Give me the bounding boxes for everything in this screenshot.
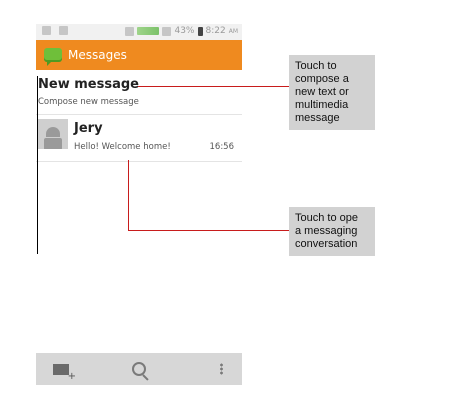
search-icon	[132, 362, 146, 376]
status-ampm: AM	[228, 27, 238, 35]
usb-icon	[42, 26, 51, 35]
bottom-action-bar	[36, 353, 242, 385]
callout-conversation: Touch to ope a messaging conversation	[289, 207, 375, 256]
conversation-item[interactable]: Jery Hello! Welcome home! 16:56	[36, 115, 242, 162]
message-snippet: Hello! Welcome home!	[74, 142, 171, 152]
phone-screen: 43% 8:22 AM Messages New message Compose…	[36, 24, 242, 386]
alarm-icon	[125, 26, 135, 36]
wifi-icon	[162, 26, 172, 36]
status-time: 8:22	[205, 26, 226, 36]
callout-leader-line-2-horizontal	[128, 230, 289, 231]
message-time: 16:56	[209, 142, 235, 152]
divider-line	[37, 76, 38, 254]
app-title: Messages	[68, 48, 127, 62]
callout-leader-line-2-vertical	[128, 160, 129, 231]
battery-percent: 43%	[174, 26, 195, 36]
signal-icon	[137, 27, 160, 35]
battery-icon	[197, 26, 203, 36]
action-bar: Messages	[36, 40, 242, 70]
status-bar: 43% 8:22 AM	[36, 24, 242, 40]
contact-avatar-icon	[38, 119, 68, 149]
search-button[interactable]	[114, 353, 164, 385]
new-message-item[interactable]: New message Compose new message	[36, 70, 242, 115]
messaging-app-icon[interactable]	[44, 48, 62, 66]
callout-compose: Touch to compose a new text or multimedi…	[289, 55, 375, 130]
compose-icon	[53, 363, 76, 382]
contact-name: Jery	[74, 121, 103, 136]
callout-leader-line-1	[138, 86, 289, 87]
new-message-title: New message	[38, 77, 139, 92]
overflow-menu-icon	[219, 363, 223, 375]
notification-icon	[59, 26, 68, 35]
new-message-subtitle: Compose new message	[38, 97, 139, 107]
compose-button[interactable]	[36, 353, 86, 385]
overflow-menu-button[interactable]	[196, 353, 246, 385]
